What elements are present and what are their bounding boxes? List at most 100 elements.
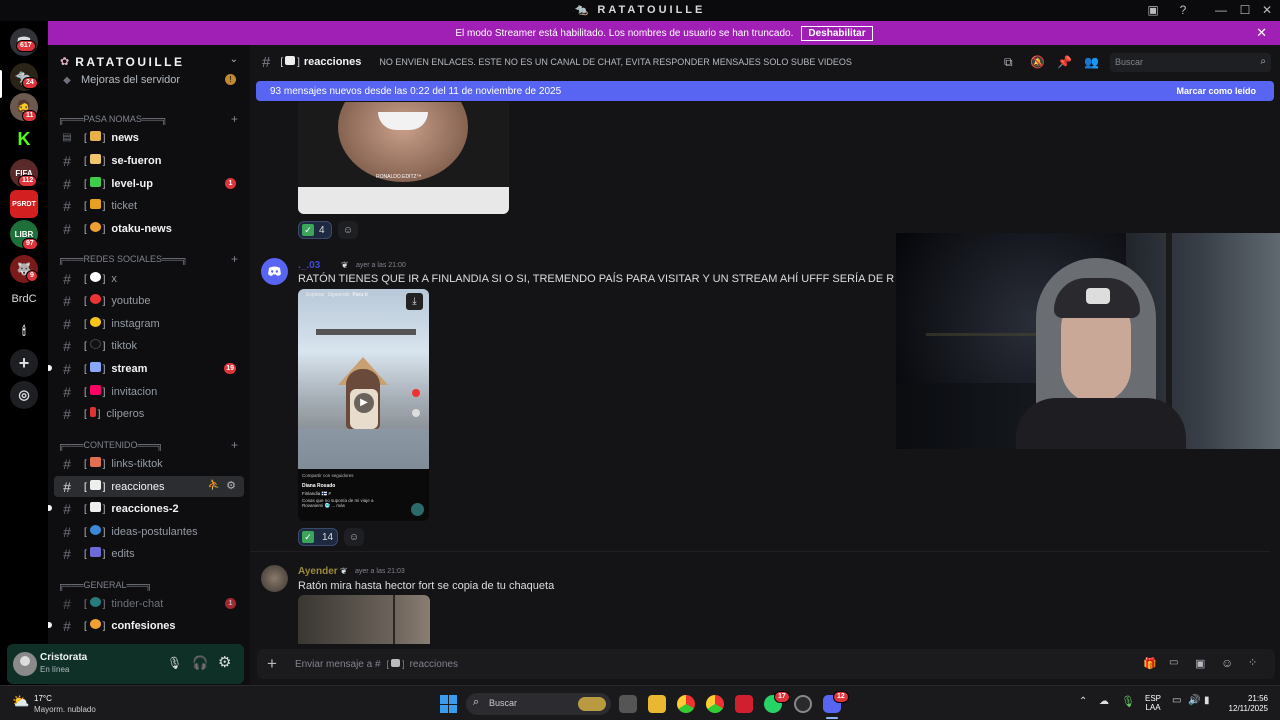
microphone-icon[interactable]: 🎙 [167, 656, 182, 670]
app-icon[interactable] [794, 695, 812, 713]
message-author[interactable]: ._.03 [298, 260, 320, 271]
reaction-checkmark[interactable]: ✓ 4 [298, 221, 332, 239]
sidebar-item-otaku-news[interactable]: #[ ] otaku-news [54, 218, 244, 239]
add-channel-icon[interactable]: + [231, 252, 238, 266]
weather-desc: Mayorm. nublado [34, 705, 96, 714]
play-icon[interactable]: ▶ [354, 393, 374, 413]
close-window-button[interactable]: ✕ [1258, 2, 1276, 18]
gif-icon[interactable]: ▭ [1169, 657, 1178, 668]
sidebar-item-se-fueron[interactable]: #[ ] se-fueron [54, 150, 244, 171]
pin-icon[interactable]: 📌 [1057, 55, 1072, 69]
attachment-image[interactable] [298, 595, 430, 644]
kick-server-icon[interactable]: K [10, 125, 38, 153]
notification-bell-icon[interactable]: 🔕 [1030, 55, 1045, 69]
video-attachment[interactable]: Explorar Siguiendo Para ti ⤓ ▶ Compartir… [298, 289, 429, 521]
search-input[interactable]: Buscar ⌕ [1110, 53, 1271, 72]
category-contenido[interactable]: ╔═══CONTENIDO═══╗ [58, 440, 163, 450]
sidebar-item-youtube[interactable]: #[ ] youtube [54, 290, 244, 311]
new-messages-text: 93 mensajes nuevos desde las 0:22 del 11… [270, 85, 562, 97]
message-author[interactable]: Ayender [298, 566, 338, 577]
member-list-icon[interactable]: 👥 [1084, 55, 1099, 69]
add-channel-icon[interactable]: + [231, 438, 238, 452]
avatar[interactable] [261, 565, 288, 592]
add-attachment-icon[interactable]: + [267, 654, 277, 674]
discover-compass-icon[interactable]: ◎ [10, 381, 38, 409]
server-icon[interactable]: PSRDT [10, 190, 38, 218]
chrome-icon[interactable] [677, 695, 695, 713]
avatar[interactable] [261, 258, 288, 285]
task-view-icon[interactable] [619, 695, 637, 713]
sidebar-item-edits[interactable]: #[ ] edits [54, 543, 244, 564]
threads-icon[interactable]: ⧉ [1004, 55, 1013, 70]
file-explorer-icon[interactable] [648, 695, 666, 713]
help-icon[interactable]: ? [1174, 2, 1192, 18]
disable-streamer-button[interactable]: Deshabilitar [801, 25, 873, 41]
gift-icon[interactable]: 🎁 [1143, 657, 1157, 670]
headphones-icon[interactable]: 🎧 [192, 655, 208, 671]
server-folder-brdc[interactable]: BrdC [10, 285, 38, 313]
download-icon[interactable]: ⤓ [406, 293, 423, 310]
clock[interactable]: 21:56 12/11/2025 [1222, 694, 1268, 714]
network-icon[interactable]: ▭ [1172, 695, 1181, 706]
sidebar-item-confesiones[interactable]: #[ ] confesiones [48, 615, 244, 636]
sidebar-item-reacciones-2[interactable]: #[ ] reacciones-2 [48, 498, 244, 519]
sidebar-item-stream[interactable]: #[ ] stream 19 [48, 358, 244, 379]
sidebar-item-boosts[interactable]: ◆ Mejoras del servidor ! [54, 71, 244, 89]
battery-icon[interactable]: ▮ [1204, 695, 1210, 706]
sidebar-item-cliperos[interactable]: #[ ] cliperos [54, 403, 244, 424]
maximize-button[interactable]: ☐ [1236, 2, 1254, 18]
weather-icon[interactable]: ⛅ [12, 693, 29, 710]
avatar[interactable] [13, 652, 37, 676]
close-icon[interactable]: ✕ [1256, 25, 1267, 41]
sidebar-item-ideas-postulantes[interactable]: #[ ] ideas-postulantes [54, 521, 244, 542]
sidebar-item-ticket[interactable]: #[ ] ticket [54, 195, 244, 216]
chevron-up-icon[interactable]: ⌃ [1079, 696, 1087, 707]
hash-icon: # [63, 383, 71, 400]
video-tabs: Explorar Siguiendo Para ti [306, 292, 368, 298]
sidebar-item-level-up[interactable]: #[ ] level-up 1 [54, 173, 244, 194]
minimize-button[interactable]: — [1212, 2, 1230, 18]
sidebar-item-x[interactable]: #[ ] x [54, 268, 244, 289]
add-reaction-icon[interactable]: ☺ [344, 528, 364, 546]
microphone-tray-icon[interactable]: 🎙 [1121, 695, 1135, 708]
author-badge-icon: ❦ [340, 566, 348, 576]
image-caption: RONALDO.EDITZ™ [376, 174, 422, 180]
volume-icon[interactable]: 🔊 [1188, 695, 1200, 706]
invite-icon[interactable]: ⛹ [208, 480, 220, 491]
mark-read-button[interactable]: Marcar como leído [1176, 86, 1256, 96]
attachment-image[interactable]: RONALDO.EDITZ™ [298, 102, 509, 214]
category-redes-sociales[interactable]: ╔═══REDES SOCIALES═══╗ [58, 254, 188, 264]
reaction-checkmark[interactable]: ✓ 14 [298, 528, 338, 546]
windows-start-icon[interactable] [440, 695, 458, 713]
sidebar-item-instagram[interactable]: #[ ] instagram [54, 313, 244, 334]
sidebar-item-invitacion[interactable]: #[ ] invitacion [54, 381, 244, 402]
add-server-icon[interactable]: + [10, 349, 38, 377]
inbox-icon[interactable]: ▣ [1144, 2, 1162, 18]
category-general[interactable]: ╔═══GENERAL═══╗ [58, 580, 152, 590]
taskbar-search[interactable]: ⌕ Buscar [466, 693, 611, 715]
onedrive-icon[interactable]: ☁ [1099, 696, 1109, 707]
apps-icon[interactable]: ⁘ [1248, 656, 1257, 669]
add-channel-icon[interactable]: + [231, 112, 238, 126]
category-pasa-nomas[interactable]: ╔═══PASA NOMAS═══╗ [58, 114, 167, 124]
add-reaction-icon[interactable]: ☺ [338, 221, 358, 239]
sidebar-item-news[interactable]: ▤[ ] news [54, 127, 244, 148]
channel-topic[interactable]: NO ENVIEN ENLACES. ESTE NO ES UN CANAL D… [379, 57, 851, 67]
sticker-icon[interactable]: ▣ [1195, 657, 1205, 670]
gear-icon[interactable]: ⚙ [226, 479, 236, 492]
discord-badge: 12 [833, 691, 849, 703]
server-icon[interactable]: 🕯 [10, 317, 38, 345]
mention-badge: 19 [224, 363, 236, 374]
sidebar-item-reacciones[interactable]: #[ ] reacciones ⛹ ⚙ [54, 476, 244, 497]
language-indicator[interactable]: ESP LAA [1145, 694, 1161, 712]
emoji-icon[interactable]: ☺ [1221, 656, 1233, 670]
sidebar-item-tinder-chat[interactable]: #[ ] tinder-chat 1 [54, 593, 244, 614]
sidebar-item-tiktok[interactable]: #[ ] tiktok [54, 335, 244, 356]
windows-taskbar: ⛅ 17°C Mayorm. nublado ⌕ Buscar 17 12 ⌃ … [0, 685, 1280, 720]
app-icon[interactable] [735, 695, 753, 713]
chrome-profile-icon[interactable] [706, 695, 724, 713]
sidebar-item-links-tiktok[interactable]: #[ ] links-tiktok [54, 453, 244, 474]
message-composer[interactable]: + Enviar mensaje a # [] reacciones 🎁 ▭ ▣… [257, 649, 1275, 679]
new-messages-bar[interactable]: 93 mensajes nuevos desde las 0:22 del 11… [256, 81, 1274, 101]
settings-gear-icon[interactable]: ⚙ [218, 653, 231, 671]
